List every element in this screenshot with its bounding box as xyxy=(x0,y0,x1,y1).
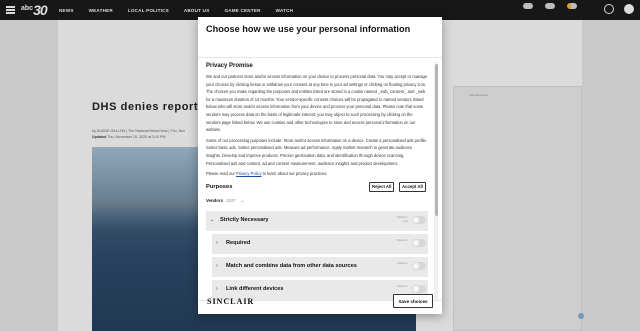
chevron-right-icon: › xyxy=(216,285,218,292)
purpose-strictly-necessary[interactable]: ⌄ Strictly Necessary Opted in only xyxy=(206,210,428,231)
chevron-right-icon: › xyxy=(216,262,218,269)
consent-dialog: Choose how we use your personal informat… xyxy=(198,17,442,314)
consent-toggle[interactable] xyxy=(412,284,426,293)
sinclair-logo: SINCLAIR xyxy=(207,297,255,306)
purpose-required[interactable]: › Required Opted in xyxy=(212,233,428,254)
scrollbar-thumb[interactable] xyxy=(434,64,438,216)
accept-all-button[interactable]: Accept All xyxy=(399,181,426,192)
consent-paragraph: We and our partners store and/or access … xyxy=(206,74,428,133)
dialog-title: Choose how we use your personal informat… xyxy=(206,24,411,34)
purposes-heading: Purposes xyxy=(206,183,233,190)
privacy-policy-link[interactable]: Privacy Policy xyxy=(236,171,261,176)
chevron-right-icon: › xyxy=(216,239,218,246)
consent-toggle[interactable] xyxy=(412,261,426,270)
vendors-count: 1537 xyxy=(225,197,236,203)
vendors-link[interactable]: Vendors 1537 → xyxy=(206,198,428,208)
save-choices-button[interactable]: Save choices xyxy=(393,294,433,308)
processing-purposes-paragraph: Some of our processing purposes include:… xyxy=(206,137,427,166)
consent-toggle[interactable] xyxy=(412,238,426,247)
consent-toggle[interactable] xyxy=(412,215,426,224)
privacy-policy-paragraph: Please read our Privacy Policy to learn … xyxy=(206,171,328,177)
reject-all-button[interactable]: Reject All xyxy=(369,181,395,192)
arrow-right-icon: → xyxy=(239,197,245,204)
consent-scroll-area[interactable]: Privacy Promise We and our partners stor… xyxy=(198,58,442,300)
privacy-promise-heading: Privacy Promise xyxy=(206,63,253,69)
purpose-match-combine-data[interactable]: › Match and combine data from other data… xyxy=(212,256,428,277)
chevron-down-icon: ⌄ xyxy=(210,216,215,223)
dialog-scrollbar[interactable] xyxy=(434,62,438,300)
